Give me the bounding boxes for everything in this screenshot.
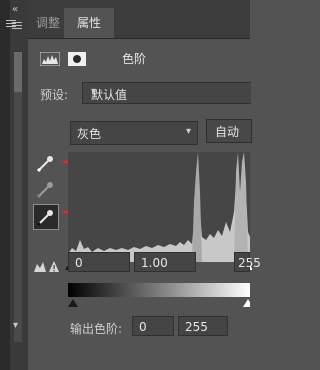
output-white-field[interactable]: 255: [178, 316, 228, 336]
left-dark-edge: [0, 0, 10, 370]
output-black-field[interactable]: 0: [132, 316, 174, 336]
left-panel-strip: « ▾: [0, 0, 28, 370]
eyedropper-black-icon: [36, 210, 53, 227]
input-white-value: 255: [238, 256, 261, 270]
output-black-handle[interactable]: [68, 299, 78, 307]
preset-label: 预设:: [40, 88, 69, 102]
output-gradient-bar: [68, 283, 250, 297]
input-gamma-field[interactable]: 1.00: [134, 252, 196, 272]
tab-properties[interactable]: 属性: [64, 8, 114, 38]
chevron-down-icon: ▾: [185, 126, 191, 137]
histogram: [68, 152, 250, 262]
input-black-field[interactable]: 0: [68, 252, 130, 272]
channel-value: 灰色: [77, 127, 102, 141]
levels-histogram-icon[interactable]: [40, 52, 60, 66]
properties-header: 色阶: [28, 38, 250, 78]
chevron-down-icon: ▾: [91, 86, 97, 97]
left-scrollbar-thumb[interactable]: [14, 52, 22, 92]
preset-dropdown[interactable]: 默认值 ▾: [82, 82, 251, 104]
auto-button[interactable]: 自动: [206, 119, 252, 143]
clipping-warning-icon[interactable]: [33, 258, 61, 274]
hamburger-icon[interactable]: [6, 18, 16, 29]
output-levels-label: 输出色阶:: [70, 322, 123, 336]
scroll-down-icon[interactable]: ▾: [13, 320, 18, 331]
collapse-chevron-icon[interactable]: «: [12, 4, 18, 15]
panel-title: 色阶: [122, 52, 147, 66]
panel-tab-bar: 调整 属性: [6, 0, 250, 39]
output-white-handle[interactable]: [243, 299, 250, 307]
channel-dropdown[interactable]: 灰色 ▾: [70, 121, 198, 145]
output-slider[interactable]: [68, 297, 250, 309]
left-scrollbar-track[interactable]: [14, 52, 22, 342]
layer-mask-icon[interactable]: [68, 52, 86, 66]
